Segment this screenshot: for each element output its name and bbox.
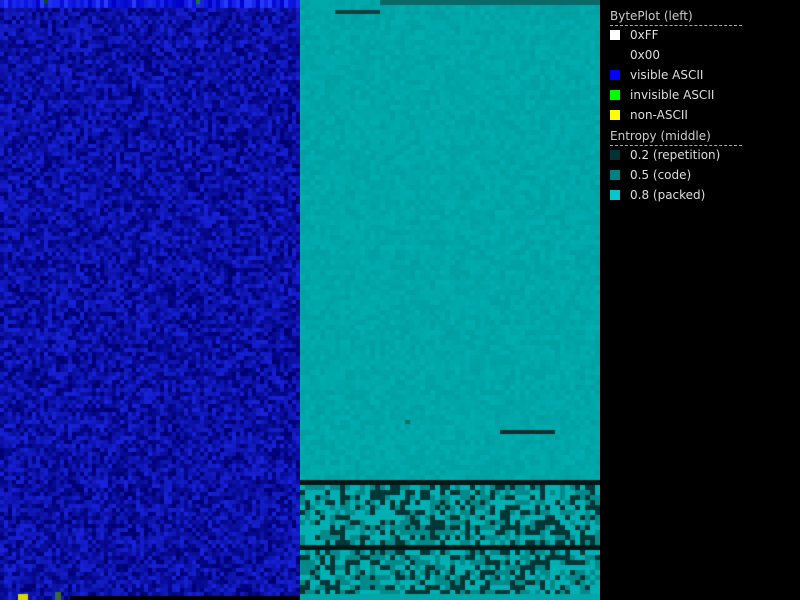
legend-item-0x00: 0x00 bbox=[610, 45, 790, 65]
legend-label-visible-ascii: visible ASCII bbox=[630, 68, 704, 82]
legend-swatch-0x00 bbox=[610, 50, 620, 60]
legend-swatch-code bbox=[610, 170, 620, 180]
byteplot-view[interactable] bbox=[0, 0, 300, 600]
byteplot-canvas[interactable] bbox=[0, 0, 300, 600]
legend-label-repetition: 0.2 (repetition) bbox=[630, 148, 721, 162]
legend-swatch-visible-ascii bbox=[610, 70, 620, 80]
legend-item-code: 0.5 (code) bbox=[610, 165, 790, 185]
binary-visualizer-window: BytePlot (left) 0xFF 0x00 visible ASCII … bbox=[0, 0, 800, 600]
legend-item-0xff: 0xFF bbox=[610, 25, 790, 45]
entropy-canvas[interactable] bbox=[300, 0, 600, 600]
legend-swatch-packed bbox=[610, 190, 620, 200]
legend-swatch-invisible-ascii bbox=[610, 90, 620, 100]
legend-label-non-ascii: non-ASCII bbox=[630, 108, 688, 122]
legend-item-repetition: 0.2 (repetition) bbox=[610, 145, 790, 165]
legend-swatch-repetition bbox=[610, 150, 620, 160]
legend-item-visible-ascii: visible ASCII bbox=[610, 65, 790, 85]
byteplot-legend-heading: BytePlot (left) bbox=[610, 8, 742, 26]
legend-item-invisible-ascii: invisible ASCII bbox=[610, 85, 790, 105]
legend-item-non-ascii: non-ASCII bbox=[610, 105, 790, 125]
legend-label-0xff: 0xFF bbox=[630, 28, 659, 42]
entropy-view[interactable] bbox=[300, 0, 600, 600]
legend-panel: BytePlot (left) 0xFF 0x00 visible ASCII … bbox=[600, 0, 800, 600]
legend-label-code: 0.5 (code) bbox=[630, 168, 692, 182]
legend-label-0x00: 0x00 bbox=[630, 48, 661, 62]
legend-swatch-0xff bbox=[610, 30, 620, 40]
legend-label-packed: 0.8 (packed) bbox=[630, 188, 706, 202]
entropy-legend-heading: Entropy (middle) bbox=[610, 128, 742, 146]
legend-label-invisible-ascii: invisible ASCII bbox=[630, 88, 715, 102]
legend-swatch-non-ascii bbox=[610, 110, 620, 120]
legend-item-packed: 0.8 (packed) bbox=[610, 185, 790, 205]
